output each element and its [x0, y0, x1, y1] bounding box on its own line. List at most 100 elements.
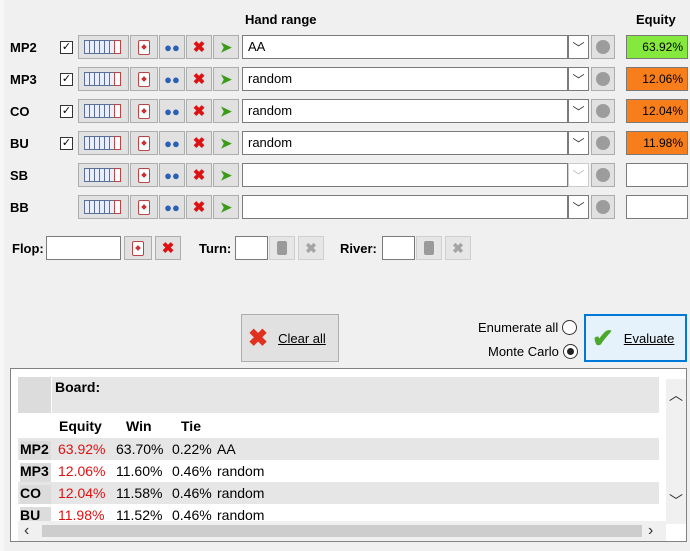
random-hand-button[interactable]: ●●: [159, 35, 185, 59]
apply-range-button[interactable]: ➤: [213, 99, 239, 123]
equity-value-sb: [626, 163, 688, 187]
river-input[interactable]: [382, 236, 415, 260]
player-active-checkbox[interactable]: ✓: [60, 137, 73, 150]
hand-range-input[interactable]: random: [242, 67, 568, 91]
result-hand: AA: [217, 441, 236, 457]
enumerate-all-radio[interactable]: [562, 320, 578, 335]
clear-range-button[interactable]: ✖: [186, 67, 212, 91]
clear-range-button[interactable]: ✖: [186, 35, 212, 59]
clear-range-button[interactable]: ✖: [186, 163, 212, 187]
status-indicator-button[interactable]: [591, 195, 615, 219]
chevron-down-icon: ﹀: [572, 168, 585, 183]
range-dropdown-button[interactable]: ﹀: [568, 131, 589, 155]
range-dropdown-button[interactable]: ﹀: [568, 99, 589, 123]
river-clear-button[interactable]: ✖: [445, 236, 471, 260]
card-picker-button[interactable]: [130, 163, 158, 187]
hand-range-matrix-button[interactable]: [78, 99, 129, 123]
turn-card-picker-button[interactable]: [269, 236, 295, 260]
horizontal-scrollbar[interactable]: ‹ ›: [18, 521, 666, 541]
scroll-up-icon[interactable]: ︿: [669, 385, 683, 405]
equity-value-bu: 11.98%: [626, 131, 688, 155]
hand-cards-icon: [84, 40, 121, 54]
hand-range-input[interactable]: [242, 163, 568, 187]
hand-range-matrix-button[interactable]: [78, 131, 129, 155]
red-x-icon: ✖: [192, 38, 206, 56]
card-icon: [424, 241, 434, 255]
hand-range-input[interactable]: random: [242, 131, 568, 155]
status-indicator-button[interactable]: [591, 67, 615, 91]
player-active-checkbox[interactable]: ✓: [60, 73, 73, 86]
evaluate-label: Evaluate: [623, 330, 675, 346]
evaluate-button[interactable]: ✔ Evaluate: [584, 314, 687, 362]
chevron-down-icon: ﹀: [572, 40, 585, 55]
flop-label: Flop:: [12, 241, 44, 256]
apply-range-button[interactable]: ➤: [213, 163, 239, 187]
monte-carlo-label: Monte Carlo: [488, 344, 559, 359]
player-active-checkbox[interactable]: ✓: [60, 105, 73, 118]
clear-range-button[interactable]: ✖: [186, 131, 212, 155]
random-hand-button[interactable]: ●●: [159, 99, 185, 123]
apply-range-button[interactable]: ➤: [213, 67, 239, 91]
hand-range-input[interactable]: AA: [242, 35, 568, 59]
player-active-checkbox[interactable]: ✓: [60, 41, 73, 54]
chips-icon: ●●: [164, 199, 180, 215]
red-x-icon: ✖: [192, 198, 206, 216]
card-icon: [138, 135, 150, 151]
apply-range-button[interactable]: ➤: [213, 131, 239, 155]
range-dropdown-button[interactable]: ﹀: [568, 195, 589, 219]
x-icon: ✖: [452, 239, 464, 256]
card-picker-button[interactable]: [130, 195, 158, 219]
clear-range-button[interactable]: ✖: [186, 195, 212, 219]
status-indicator-button[interactable]: [591, 35, 615, 59]
status-indicator-button[interactable]: [591, 99, 615, 123]
status-indicator-button[interactable]: [591, 163, 615, 187]
enumerate-all-option[interactable]: Enumerate all: [478, 320, 578, 335]
result-equity: 63.92%: [58, 441, 106, 457]
monte-carlo-option[interactable]: Monte Carlo: [488, 344, 578, 359]
gray-circle-icon: [596, 168, 610, 182]
hand-range-matrix-button[interactable]: [78, 163, 129, 187]
clear-range-button[interactable]: ✖: [186, 99, 212, 123]
hand-range-matrix-button[interactable]: [78, 195, 129, 219]
result-position: MP2: [20, 441, 51, 460]
green-arrow-icon: ➤: [220, 102, 232, 119]
flop-clear-button[interactable]: ✖: [155, 236, 181, 260]
card-picker-button[interactable]: [130, 99, 158, 123]
monte-carlo-radio[interactable]: [562, 344, 578, 359]
turn-input[interactable]: [235, 236, 268, 260]
range-dropdown-button[interactable]: ﹀: [568, 163, 589, 187]
random-hand-button[interactable]: ●●: [159, 67, 185, 91]
scroll-left-icon[interactable]: ‹: [24, 522, 29, 540]
scroll-down-icon[interactable]: ﹀: [669, 491, 683, 511]
turn-clear-button[interactable]: ✖: [298, 236, 324, 260]
scroll-right-icon[interactable]: ›: [648, 522, 653, 540]
hand-range-input[interactable]: random: [242, 99, 568, 123]
turn-label: Turn:: [199, 241, 232, 256]
table-row: MP2 63.92% 63.70% 0.22% AA: [18, 438, 659, 460]
hand-range-input[interactable]: [242, 195, 568, 219]
range-dropdown-button[interactable]: ﹀: [568, 35, 589, 59]
range-dropdown-button[interactable]: ﹀: [568, 67, 589, 91]
card-picker-button[interactable]: [130, 67, 158, 91]
vertical-scrollbar[interactable]: ︿ ﹀: [666, 379, 686, 524]
red-x-icon: ✖: [192, 134, 206, 152]
scroll-thumb[interactable]: [42, 525, 642, 537]
random-hand-button[interactable]: ●●: [159, 195, 185, 219]
river-card-picker-button[interactable]: [416, 236, 442, 260]
clear-all-label: Clear all: [278, 330, 326, 346]
apply-range-button[interactable]: ➤: [213, 35, 239, 59]
clear-all-button[interactable]: ✖ Clear all: [241, 314, 339, 362]
results-panel: Board: Equity Win Tie MP2 63.92% 63.70% 0.2…: [10, 368, 687, 542]
hand-range-matrix-button[interactable]: [78, 35, 129, 59]
card-picker-button[interactable]: [130, 35, 158, 59]
random-hand-button[interactable]: ●●: [159, 163, 185, 187]
flop-card-picker-button[interactable]: [124, 236, 152, 260]
random-hand-button[interactable]: ●●: [159, 131, 185, 155]
hand-range-matrix-button[interactable]: [78, 67, 129, 91]
status-indicator-button[interactable]: [591, 131, 615, 155]
apply-range-button[interactable]: ➤: [213, 195, 239, 219]
flop-input[interactable]: [46, 236, 121, 260]
card-picker-button[interactable]: [130, 131, 158, 155]
equity-value-mp2: 63.92%: [626, 35, 688, 59]
hand-cards-icon: [84, 72, 121, 86]
